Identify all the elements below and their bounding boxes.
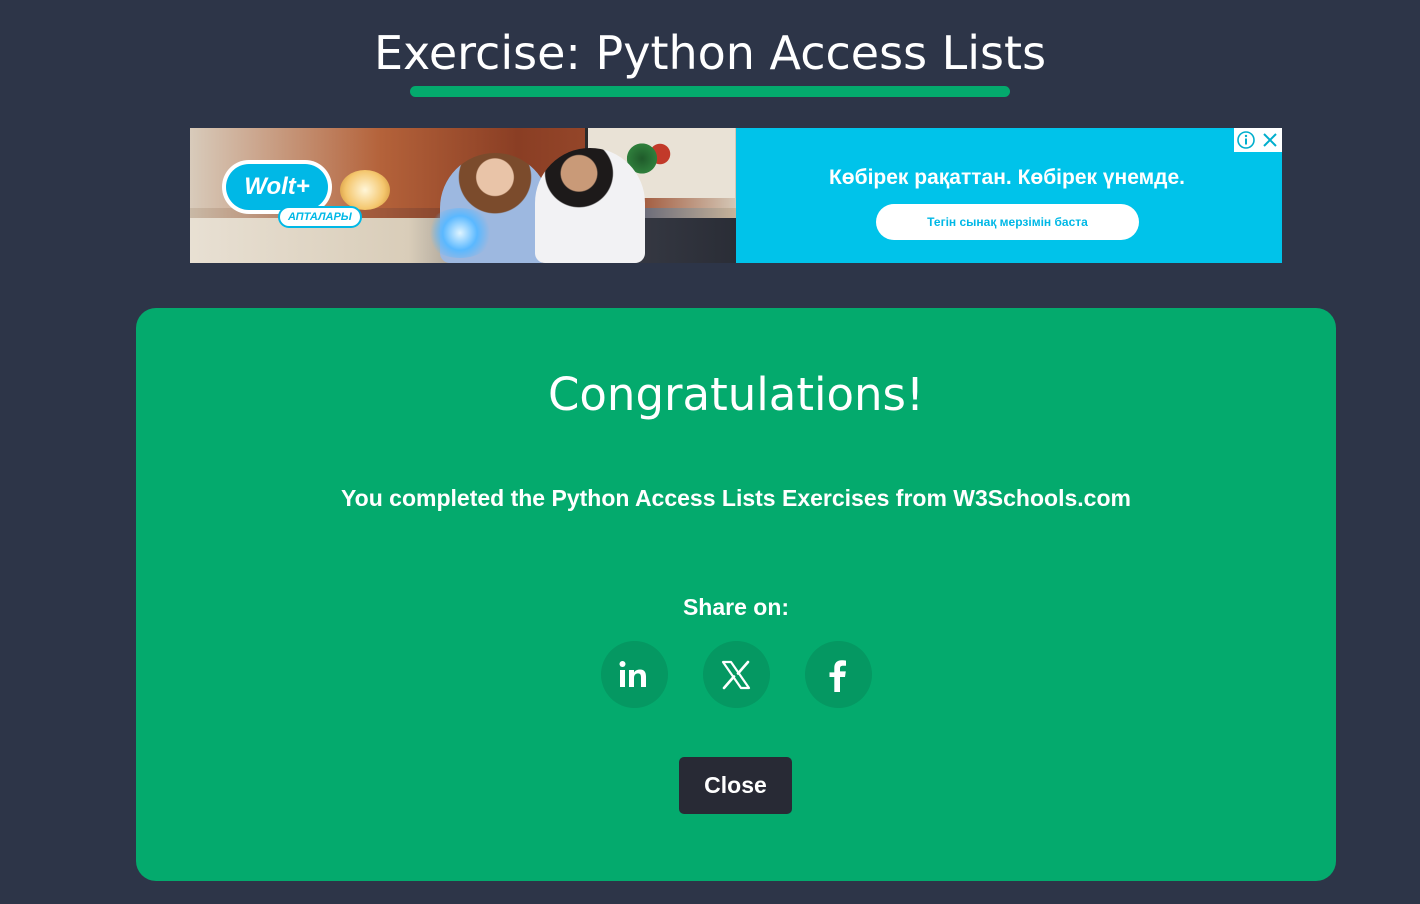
linkedin-icon (619, 660, 646, 687)
ad-headline: Көбірек рақаттан. Көбірек үнемде. (828, 166, 1186, 189)
ad-cta-button[interactable]: Тегін сынақ мерзімін баста (876, 204, 1139, 240)
share-linkedin-button[interactable] (600, 641, 668, 708)
share-facebook-button[interactable] (804, 641, 872, 708)
completion-message: You completed the Python Access Lists Ex… (341, 485, 1131, 511)
facebook-icon (829, 659, 846, 692)
title-underline (410, 86, 1010, 97)
ad-controls (1234, 128, 1282, 152)
congratulations-modal: Congratulations! You completed the Pytho… (136, 308, 1336, 881)
ad-image[interactable]: Wolt+ АПТАЛАРЫ (190, 128, 736, 263)
ad-phone-glow (425, 208, 495, 258)
page: Exercise: Python Access Lists Wolt+ АПТА… (0, 0, 1420, 904)
x-icon (721, 660, 751, 689)
share-x-button[interactable] (702, 641, 770, 708)
info-icon[interactable] (1234, 128, 1258, 152)
ad-lamp (340, 170, 390, 210)
share-label: Share on: (682, 594, 790, 620)
title-block: Exercise: Python Access Lists (0, 22, 1420, 97)
share-buttons (136, 641, 1336, 708)
modal-heading: Congratulations! (547, 368, 925, 421)
ad-banner[interactable]: Wolt+ АПТАЛАРЫ Көбірек рақаттан. Көбірек… (190, 128, 1282, 263)
close-button[interactable]: Close (679, 757, 792, 814)
ad-panel[interactable]: Көбірек рақаттан. Көбірек үнемде. Тегін … (736, 128, 1282, 263)
page-title: Exercise: Python Access Lists (373, 26, 1047, 80)
ad-logo-tag: АПТАЛАРЫ (278, 206, 362, 228)
ad-person-right (535, 148, 645, 263)
close-icon[interactable] (1258, 128, 1282, 152)
ad-logo: Wolt+ (226, 164, 328, 210)
